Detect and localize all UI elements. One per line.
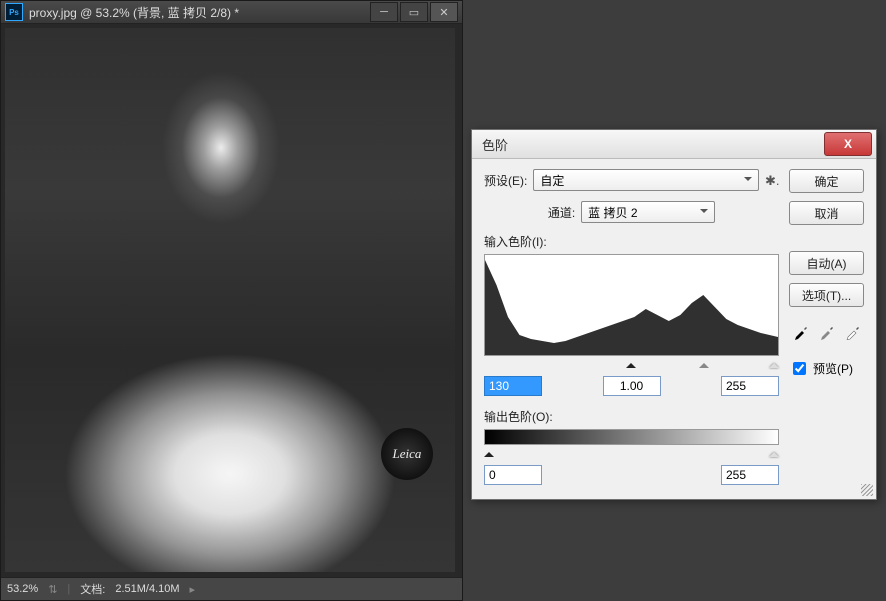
close-button[interactable]: ✕ [430, 2, 458, 22]
histogram-chart [485, 255, 778, 355]
output-levels-label: 输出色阶(O): [484, 408, 779, 425]
output-slider[interactable] [484, 447, 779, 459]
channel-label: 通道: [548, 204, 575, 221]
resize-grip[interactable] [861, 484, 873, 496]
dialog-titlebar[interactable]: 色阶 X [472, 130, 876, 159]
canvas-area: Leica [1, 24, 462, 580]
eyedropper-black-icon[interactable] [792, 321, 812, 341]
eyedropper-group [789, 321, 864, 341]
input-levels-label: 输入色阶(I): [484, 233, 779, 250]
maximize-button[interactable]: ▭ [400, 2, 428, 22]
dialog-title: 色阶 [482, 135, 824, 154]
zoom-level[interactable]: 53.2% [7, 583, 38, 595]
window-controls: ─ ▭ ✕ [368, 2, 458, 22]
output-black-handle[interactable] [484, 447, 494, 457]
status-bar: 53.2% ⇅ | 文档: 2.51M/4.10M ▸ [1, 577, 462, 600]
document-title: proxy.jpg @ 53.2% (背景, 蓝 拷贝 2/8) * [29, 4, 368, 21]
output-black-field[interactable] [484, 465, 542, 485]
preset-label: 预设(E): [484, 172, 527, 189]
eyedropper-white-icon[interactable] [844, 321, 864, 341]
auto-button[interactable]: 自动(A) [789, 251, 864, 275]
photoshop-icon: Ps [5, 3, 23, 21]
gamma-handle[interactable] [699, 358, 709, 368]
zoom-arrows-icon[interactable]: ⇅ [48, 583, 57, 596]
black-point-handle[interactable] [626, 358, 636, 368]
options-button[interactable]: 选项(T)... [789, 283, 864, 307]
preview-checkbox-input[interactable] [793, 362, 806, 375]
preview-checkbox[interactable]: 预览(P) [789, 359, 864, 378]
eyedropper-gray-icon[interactable] [818, 321, 838, 341]
white-point-handle[interactable] [769, 358, 779, 368]
channel-select[interactable]: 蓝 拷贝 2 [581, 201, 715, 223]
canvas-image[interactable]: Leica [5, 28, 455, 572]
input-white-field[interactable] [721, 376, 779, 396]
output-gradient [484, 429, 779, 445]
document-window: Ps proxy.jpg @ 53.2% (背景, 蓝 拷贝 2/8) * ─ … [0, 0, 463, 601]
ok-button[interactable]: 确定 [789, 169, 864, 193]
leica-badge: Leica [381, 428, 433, 480]
input-black-field[interactable] [484, 376, 542, 396]
minimize-button[interactable]: ─ [370, 2, 398, 22]
input-slider[interactable] [484, 358, 779, 370]
cancel-button[interactable]: 取消 [789, 201, 864, 225]
fileinfo-label: 文档: [80, 581, 105, 597]
channel-row: 通道: 蓝 拷贝 2 [484, 201, 779, 223]
fileinfo-value: 2.51M/4.10M [115, 583, 179, 595]
output-white-handle[interactable] [769, 447, 779, 457]
input-gamma-field[interactable] [603, 376, 661, 396]
dialog-close-button[interactable]: X [824, 132, 872, 156]
preset-row: 预设(E): 自定 ✱. [484, 169, 779, 191]
output-white-field[interactable] [721, 465, 779, 485]
fileinfo-arrow-icon[interactable]: ▸ [190, 583, 196, 596]
preset-menu-icon[interactable]: ✱. [765, 173, 779, 187]
levels-dialog: 色阶 X 预设(E): 自定 ✱. 通道: 蓝 拷贝 2 输入色阶(I): [471, 129, 877, 500]
histogram [484, 254, 779, 356]
document-titlebar: Ps proxy.jpg @ 53.2% (背景, 蓝 拷贝 2/8) * ─ … [1, 1, 462, 24]
preset-select[interactable]: 自定 [533, 169, 759, 191]
